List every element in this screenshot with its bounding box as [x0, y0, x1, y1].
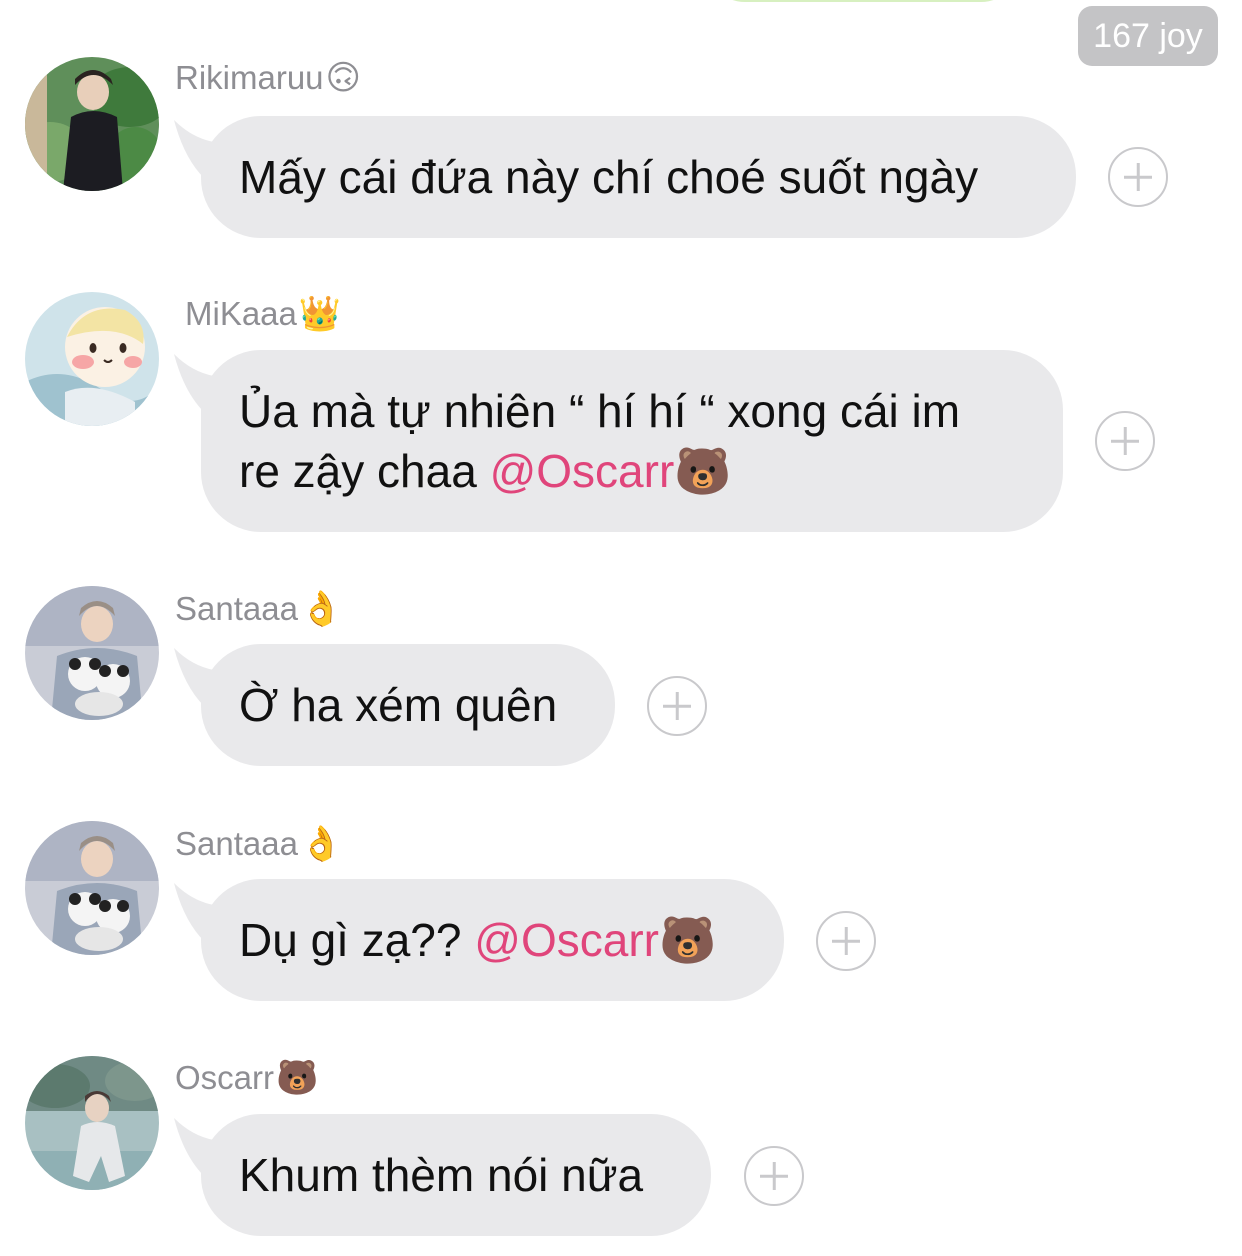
upside-down-face-icon: 🙃	[325, 59, 361, 97]
avatar[interactable]	[25, 586, 159, 720]
sender-name-text: Santaaa	[175, 590, 298, 627]
message-text-line-2: re zậy chaa @Oscarr🐻	[239, 441, 1025, 501]
message-bubble[interactable]: Ờ ha xém quên	[201, 644, 615, 766]
plus-circle-icon[interactable]	[1095, 411, 1155, 471]
plus-circle-icon[interactable]	[816, 911, 876, 971]
bear-icon: 🐻	[674, 445, 732, 497]
bear-icon: 🐻	[276, 1059, 319, 1097]
sender-name: Rikimaruu🙃	[175, 58, 361, 98]
sender-name-text: MiKaaa	[185, 295, 297, 332]
sender-name: MiKaaa👑	[185, 294, 341, 334]
avatar[interactable]	[25, 57, 159, 191]
message-text: Ờ ha xém quên	[239, 679, 558, 731]
sender-name-text: Santaaa	[175, 825, 298, 862]
mention-link[interactable]: @Oscarr	[474, 914, 659, 966]
previous-message-bubble-edge	[705, 0, 1021, 2]
message-bubble[interactable]: Dụ gì zạ?? @Oscarr🐻	[201, 879, 784, 1001]
bear-icon: 🐻	[658, 914, 717, 966]
plus-circle-icon[interactable]	[744, 1146, 804, 1206]
sender-name-text: Oscarr	[175, 1059, 274, 1096]
reaction-count-badge[interactable]: 167 joy	[1078, 6, 1218, 66]
message-text: Khum thèm nói nữa	[239, 1149, 644, 1201]
sender-name: Oscarr🐻	[175, 1058, 318, 1098]
message-text: Mấy cái đứa này chí choé suốt ngày	[239, 151, 979, 203]
avatar[interactable]	[25, 821, 159, 955]
mention-link[interactable]: @Oscarr	[490, 445, 675, 497]
avatar[interactable]	[25, 292, 159, 426]
message-text: re zậy chaa	[239, 445, 490, 497]
message-text: Dụ gì zạ??	[239, 914, 475, 966]
sender-name: Santaaa👌	[175, 589, 342, 629]
sender-name-text: Rikimaruu	[175, 59, 324, 96]
plus-circle-icon[interactable]	[647, 676, 707, 736]
message-bubble[interactable]: Khum thèm nói nữa	[201, 1114, 711, 1236]
message-bubble[interactable]: Ủa mà tự nhiên “ hí hí “ xong cái im re …	[201, 350, 1063, 532]
message-bubble[interactable]: Mấy cái đứa này chí choé suốt ngày	[201, 116, 1076, 238]
crown-icon: 👑	[298, 295, 342, 333]
ok-hand-icon: 👌	[299, 590, 343, 628]
ok-hand-icon: 👌	[299, 825, 343, 863]
plus-circle-icon[interactable]	[1108, 147, 1168, 207]
avatar[interactable]	[25, 1056, 159, 1190]
message-text: Ủa mà tự nhiên “ hí hí “ xong cái im	[239, 385, 961, 437]
sender-name: Santaaa👌	[175, 824, 342, 864]
